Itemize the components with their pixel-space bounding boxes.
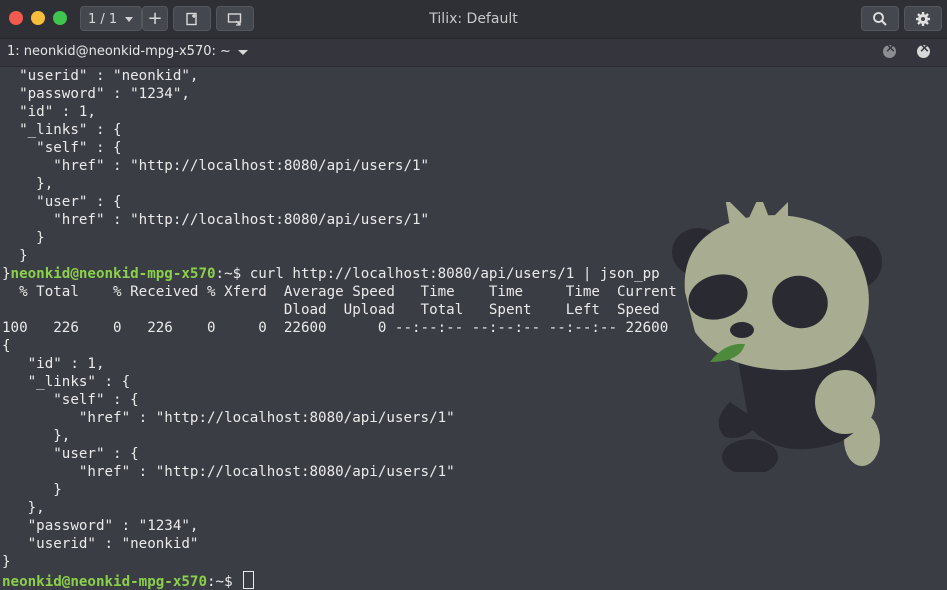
terminal-line: {	[2, 338, 11, 354]
terminal-line: }	[36, 230, 45, 246]
terminal-line: }	[2, 554, 11, 570]
terminal-line: },	[53, 428, 71, 444]
terminal-line: "user" : {	[53, 446, 139, 462]
shell-prompt: neonkid@neonkid-mpg-x570	[10, 266, 216, 282]
chevron-down-icon[interactable]	[238, 50, 248, 55]
terminal-tab-title[interactable]: 1: neonkid@neonkid-mpg-x570: ~	[7, 39, 231, 65]
terminal-line: "id" : 1,	[19, 104, 96, 120]
prompt-path: :~$	[207, 574, 242, 590]
terminal-line: "href" : "http://localhost:8080/api/user…	[78, 464, 455, 480]
terminal-line: }	[19, 248, 28, 264]
title-bar: 1 / 1 + Tilix: Default	[0, 0, 947, 39]
terminal-tab-bar: 1: neonkid@neonkid-mpg-x570: ~	[0, 39, 947, 67]
terminal-line: "href" : "http://localhost:8080/api/user…	[53, 212, 430, 228]
terminal-line: "href" : "http://localhost:8080/api/user…	[78, 410, 455, 426]
terminal-line: },	[36, 176, 54, 192]
shell-command: curl http://localhost:8080/api/users/1 |…	[249, 266, 660, 282]
terminal-line: "self" : {	[36, 140, 122, 156]
gear-icon	[916, 12, 930, 26]
window-title: Tilix: Default	[429, 11, 518, 27]
terminal-line: "href" : "http://localhost:8080/api/user…	[53, 158, 430, 174]
terminal-line: "user" : {	[36, 194, 122, 210]
terminal-line: "id" : 1,	[27, 356, 105, 372]
terminal-line: "_links" : {	[27, 374, 131, 390]
maximize-terminal-icon[interactable]	[917, 41, 930, 58]
terminal-output: "userid" : "neonkid", "password" : "1234…	[2, 67, 677, 590]
terminal-line: "_links" : {	[19, 122, 122, 138]
search-button[interactable]	[861, 6, 899, 31]
curl-progress-line: 100 226 0 226 0 0 22600 0 --:--:-- --:--…	[2, 320, 669, 336]
search-icon	[873, 12, 887, 26]
shell-prompt: neonkid@neonkid-mpg-x570	[2, 574, 207, 590]
json-output: { "id" : 1, "_links" : { "self" : { "hre…	[2, 338, 455, 570]
terminal-line: "password" : "1234",	[19, 86, 190, 102]
text-cursor	[243, 571, 255, 589]
curl-header-line-1: % Total % Received % Xferd Average Speed…	[2, 284, 677, 300]
previous-output: "userid" : "neonkid", "password" : "1234…	[2, 68, 429, 264]
terminal-line: },	[27, 500, 45, 516]
terminal-line: "userid" : "neonkid"	[27, 536, 199, 552]
terminal-line: }	[53, 482, 62, 498]
terminal-area[interactable]: "userid" : "neonkid", "password" : "1234…	[0, 67, 947, 590]
output-brace: }	[2, 266, 11, 282]
settings-button[interactable]	[904, 6, 942, 31]
terminal-line: "self" : {	[53, 392, 139, 408]
panda-background-image	[672, 202, 882, 472]
close-terminal-icon[interactable]	[883, 41, 896, 58]
prompt-path: :~$	[215, 266, 250, 282]
curl-header-line-2: Dload Upload Total Spent Left Speed	[2, 302, 660, 318]
terminal-line: "password" : "1234",	[27, 518, 199, 534]
terminal-line: "userid" : "neonkid",	[19, 68, 199, 84]
